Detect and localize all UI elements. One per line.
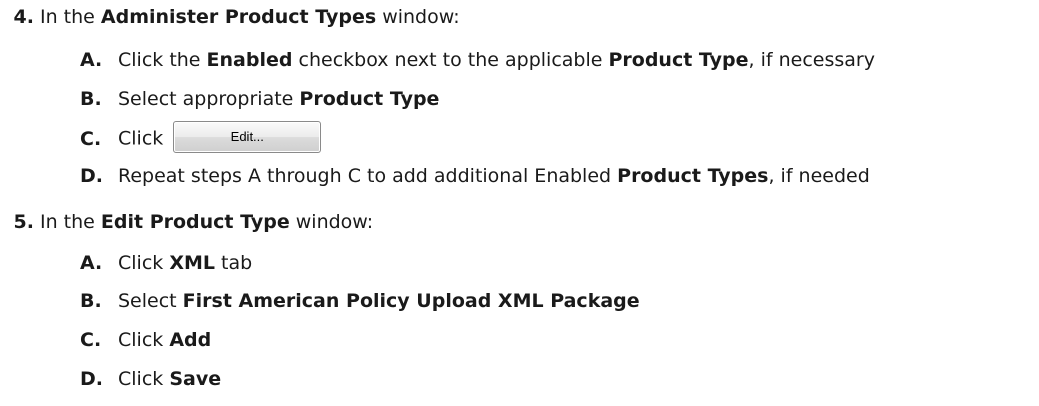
substep-letter: B. [80,88,102,110]
substep-letter: A. [80,49,103,71]
substep-text: Repeat steps A through C to add addition… [118,165,618,187]
substep-letter: D. [80,165,103,187]
substep-text: Click the [118,49,207,71]
substep-4b: B. Select appropriate Product Type [80,86,439,112]
substep-letter: D. [80,368,103,390]
substep-text: Click [118,329,170,351]
substep-bold: Save [169,368,222,390]
substep-text: Select [118,290,183,312]
substep-bold: Enabled [206,49,293,71]
substep-bold: Product Types [617,165,769,187]
substep-5a: A. Click XML tab [80,250,252,276]
substep-text: tab [215,252,253,274]
substep-5c: C. Click Add [80,327,211,353]
substep-letter: C. [80,127,102,150]
substep-text: Click [118,368,170,390]
substep-text: , if needed [768,165,870,187]
window-name: Edit Product Type [100,211,290,233]
substep-bold: Product Type [299,88,440,110]
step-text: window: [376,6,460,28]
substep-text: Select appropriate [118,88,300,110]
substep-4a: A. Click the Enabled checkbox next to the… [80,47,875,73]
substep-text: , if necessary [748,49,875,71]
window-name: Administer Product Types [100,6,377,28]
substep-text: Click [118,252,170,274]
substep-letter: B. [80,290,102,312]
step-4-heading: 4. In the Administer Product Types window… [0,4,460,30]
substep-text: Click [118,127,164,150]
substep-5d: D. Click Save [80,366,221,392]
substep-4d: D. Repeat steps A through C to add additi… [80,163,870,189]
step-text: In the [40,6,101,28]
step-number: 4. [13,6,34,28]
step-5-heading: 5. In the Edit Product Type window: [0,209,374,235]
substep-bold: Add [169,329,212,351]
substep-text: checkbox next to the applicable [292,49,609,71]
substep-letter: C. [80,329,102,351]
edit-button[interactable]: Edit... [173,121,322,153]
substep-bold: Product Type [608,49,749,71]
substep-5b: B. Select First American Policy Upload XM… [80,288,640,314]
step-number: 5. [13,211,34,233]
step-text: In the [40,211,101,233]
substep-bold: First American Policy Upload XML Package [182,290,640,312]
substep-4c: C. Click Edit... [80,121,322,155]
substep-letter: A. [80,252,103,274]
step-text: window: [289,211,374,233]
substep-bold: XML [169,252,215,274]
